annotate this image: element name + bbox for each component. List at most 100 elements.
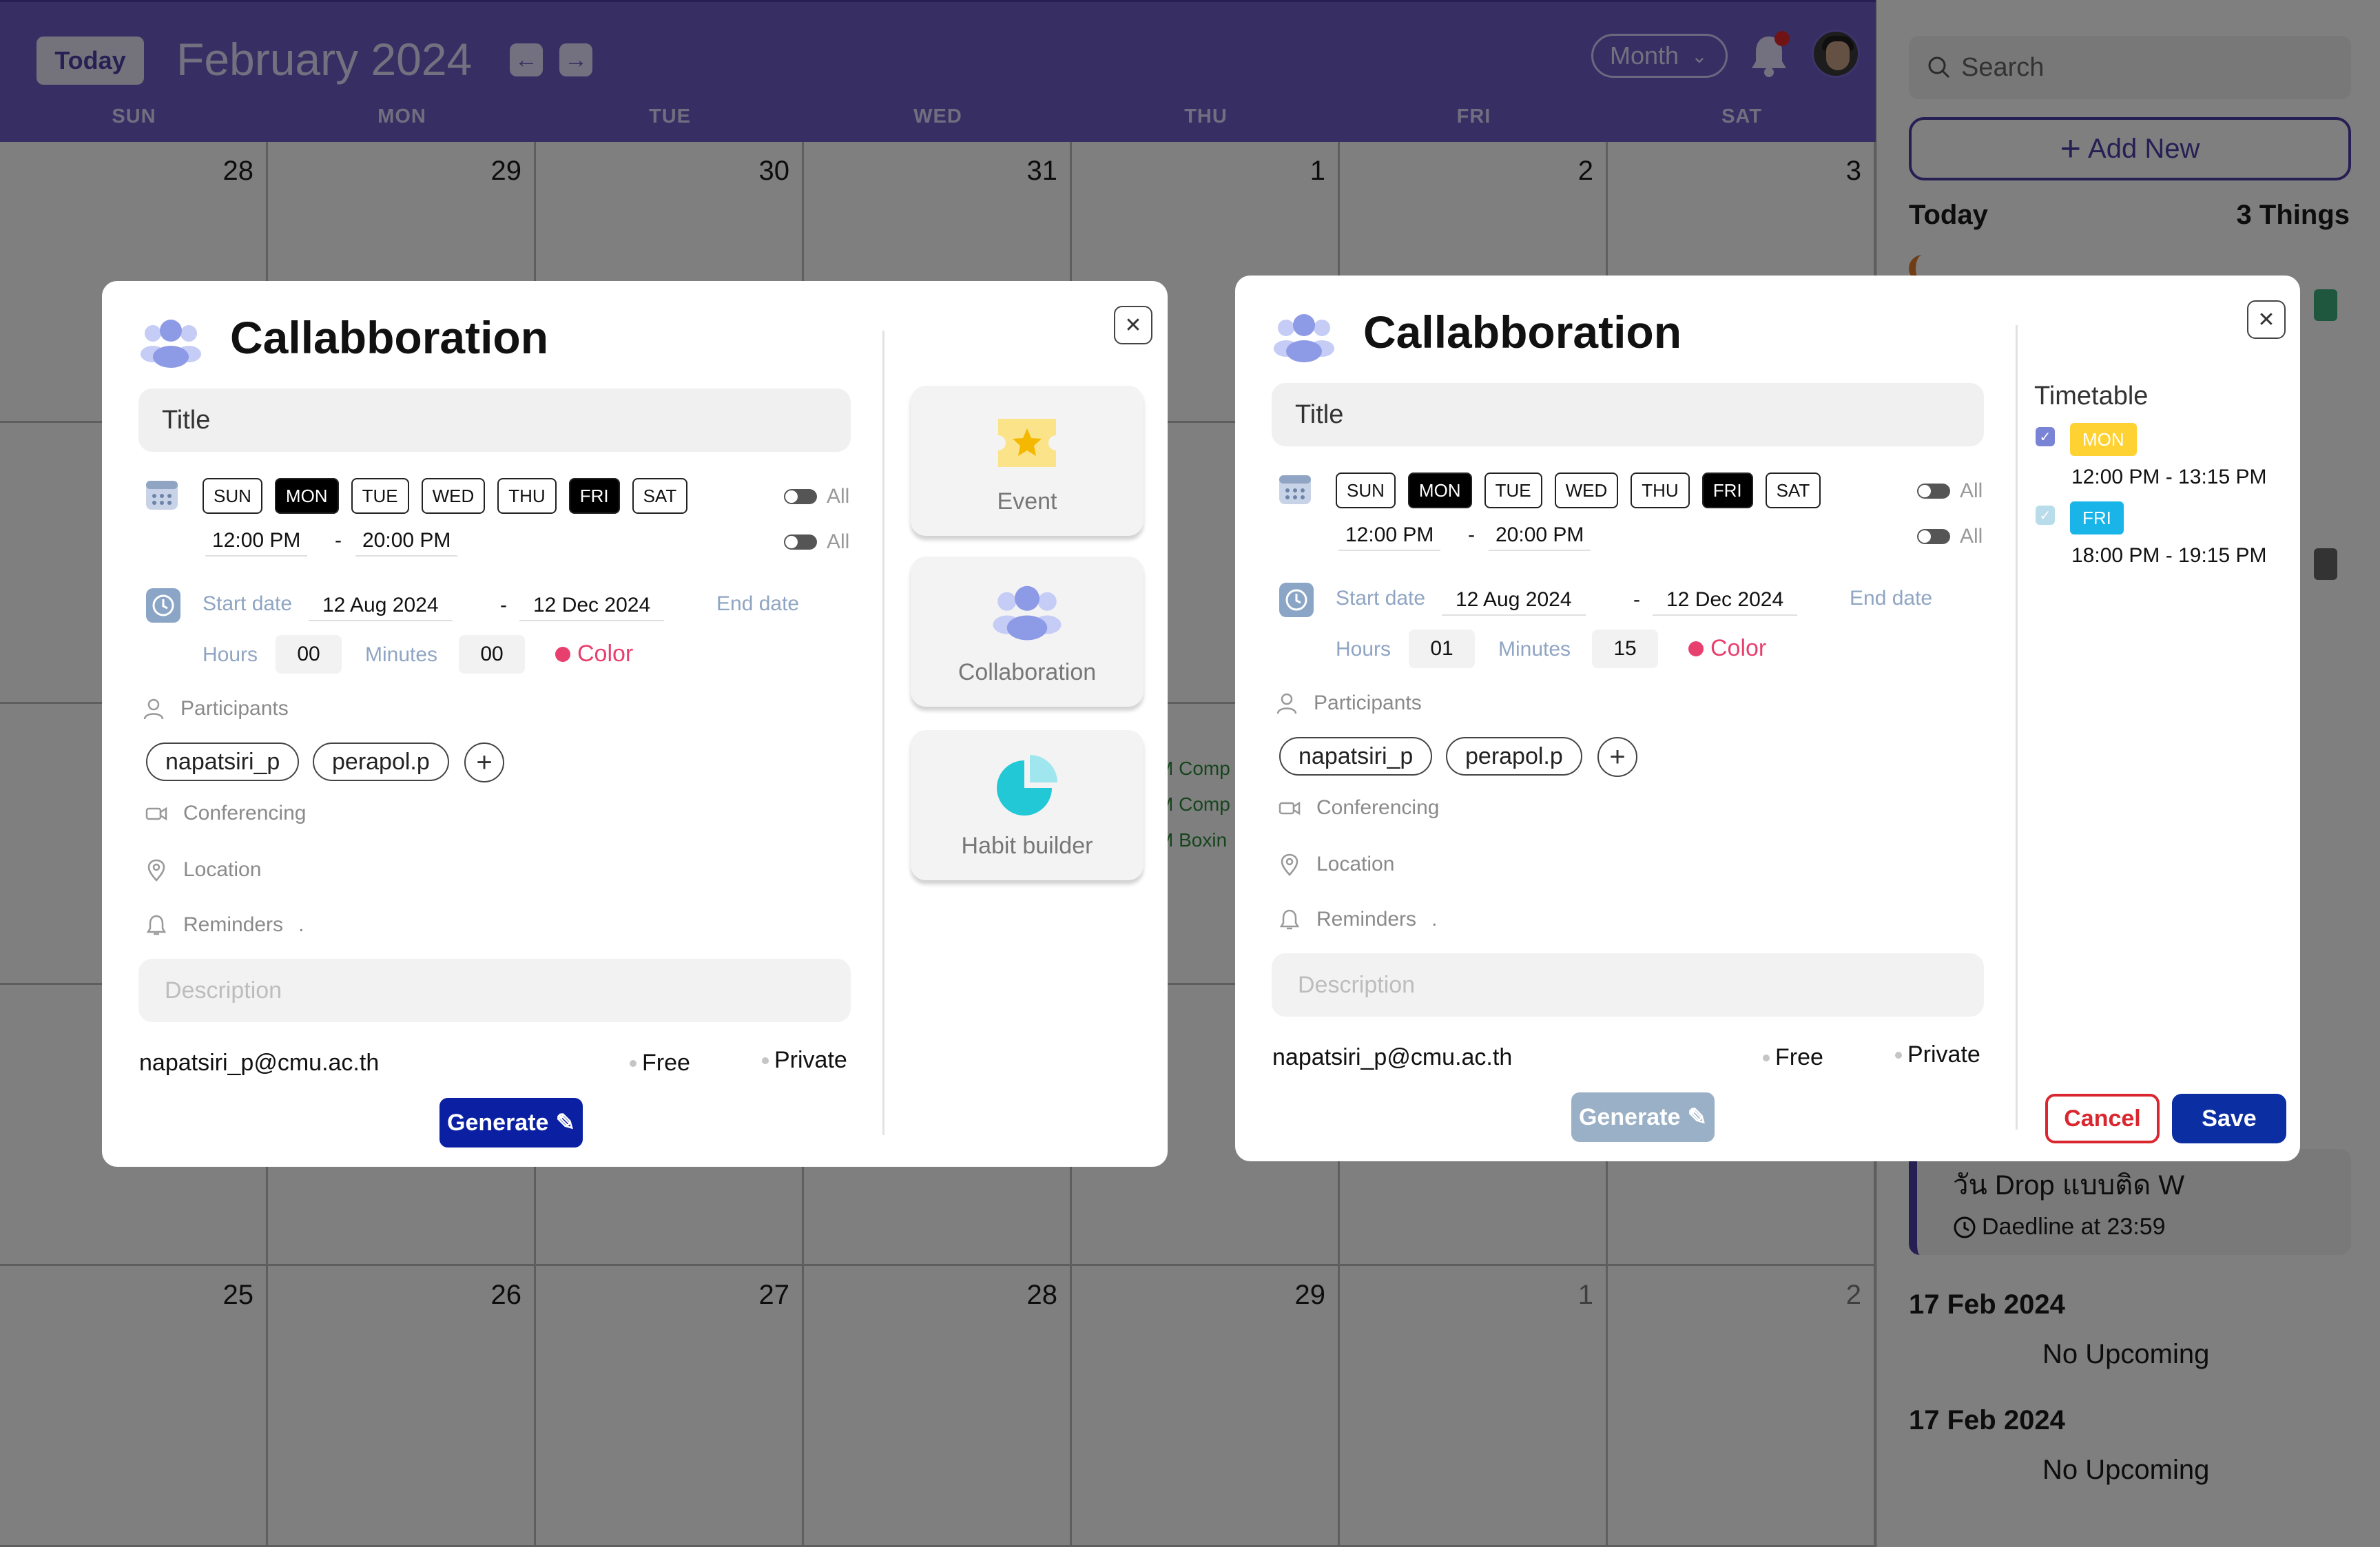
private-option[interactable]: Private — [1895, 1041, 1980, 1068]
minutes-input[interactable]: 00 — [459, 635, 525, 674]
day-toggle-sat[interactable]: SAT — [632, 478, 688, 514]
private-option[interactable]: Private — [762, 1047, 847, 1074]
end-time-input[interactable]: 20:00 PM — [1489, 521, 1591, 551]
type-card-habit-builder[interactable]: Habit builder — [911, 730, 1144, 880]
bell-icon — [146, 915, 167, 935]
person-icon — [1276, 693, 1297, 714]
close-icon[interactable]: ✕ — [2247, 300, 2286, 339]
reminders-row[interactable]: Reminders . — [145, 913, 304, 937]
day-toggle-wed[interactable]: WED — [421, 478, 486, 514]
participant-chip[interactable]: perapol.p — [313, 743, 449, 781]
type-card-collaboration[interactable]: Collaboration — [911, 557, 1144, 707]
minutes-label: Minutes — [1498, 638, 1571, 661]
day-toggle-fri[interactable]: FRI — [568, 478, 620, 514]
add-participant-button[interactable]: + — [1597, 737, 1637, 777]
participant-chip[interactable]: napatsiri_p — [1279, 737, 1433, 776]
toggle-switch[interactable] — [784, 489, 817, 504]
toggle-switch[interactable] — [784, 534, 817, 550]
end-date-input[interactable]: 12 Dec 2024 — [519, 591, 665, 621]
all-days-toggle[interactable]: All — [784, 485, 849, 508]
save-button[interactable]: Save — [2172, 1094, 2286, 1143]
generate-label: Generate — [1579, 1103, 1681, 1130]
all-label: All — [827, 530, 850, 553]
hours-input[interactable]: 01 — [1409, 630, 1475, 668]
day-toggle-thu[interactable]: THU — [1631, 473, 1690, 508]
location-row[interactable]: Location — [1278, 853, 1394, 876]
ticket-star-icon — [998, 419, 1056, 467]
weekday-selector: SUN MON TUE WED THU FRI SAT — [1336, 473, 1821, 508]
close-icon[interactable]: ✕ — [1114, 306, 1152, 344]
timetable-title: Timetable — [2034, 382, 2149, 411]
day-toggle-wed[interactable]: WED — [1554, 473, 1619, 508]
day-toggle-mon[interactable]: MON — [1407, 473, 1472, 508]
generate-label: Generate — [447, 1109, 549, 1136]
all-time-toggle[interactable]: All — [784, 530, 849, 554]
calendar-icon — [146, 481, 178, 510]
hours-input[interactable]: 00 — [276, 635, 342, 674]
toggle-switch[interactable] — [1917, 529, 1950, 544]
cancel-button[interactable]: Cancel — [2045, 1094, 2160, 1143]
day-toggle-fri[interactable]: FRI — [1701, 473, 1753, 508]
start-date-label: Start date — [203, 592, 293, 615]
free-label: Free — [1775, 1044, 1823, 1070]
collaboration-icon — [993, 585, 1062, 641]
description-input[interactable]: Description — [138, 959, 851, 1022]
title-input[interactable]: Title — [138, 388, 851, 452]
conferencing-label: Conferencing — [183, 802, 307, 824]
day-toggle-sun[interactable]: SUN — [203, 478, 262, 514]
private-label: Private — [774, 1047, 847, 1073]
day-toggle-mon[interactable]: MON — [274, 478, 339, 514]
color-picker[interactable]: Color — [1688, 635, 1766, 662]
day-toggle-tue[interactable]: TUE — [351, 478, 409, 514]
title-input[interactable]: Title — [1272, 383, 1984, 446]
timetable-time: 18:00 PM - 19:15 PM — [2071, 544, 2267, 567]
start-date-input[interactable]: 12 Aug 2024 — [309, 591, 453, 621]
free-option[interactable]: Free — [630, 1050, 690, 1077]
free-option[interactable]: Free — [1763, 1044, 1823, 1071]
end-time-input[interactable]: 20:00 PM — [355, 526, 458, 557]
add-participant-button[interactable]: + — [464, 743, 504, 782]
participant-chip[interactable]: perapol.p — [1446, 737, 1582, 776]
date-separator: - — [500, 594, 507, 616]
day-toggle-tue[interactable]: TUE — [1484, 473, 1542, 508]
generate-button[interactable]: Generate ✎ — [1571, 1092, 1715, 1142]
timetable-day-badge: MON — [2070, 423, 2137, 456]
end-date-input[interactable]: 12 Dec 2024 — [1653, 585, 1798, 616]
minutes-label: Minutes — [365, 643, 438, 666]
all-time-toggle[interactable]: All — [1917, 525, 1983, 548]
modal-divider — [2016, 325, 2018, 1130]
time-separator: - — [335, 529, 342, 552]
reminders-row[interactable]: Reminders . — [1278, 908, 1437, 931]
description-input[interactable]: Description — [1272, 953, 1984, 1017]
toggle-switch[interactable] — [1917, 484, 1950, 499]
color-label: Color — [577, 641, 634, 667]
clock-icon — [146, 588, 180, 623]
conferencing-row[interactable]: Conferencing — [1278, 796, 1439, 820]
start-time-input[interactable]: 12:00 PM — [1338, 521, 1441, 551]
start-date-input[interactable]: 12 Aug 2024 — [1442, 585, 1586, 616]
video-camera-icon — [1279, 801, 1301, 816]
day-toggle-sun[interactable]: SUN — [1336, 473, 1396, 508]
all-days-toggle[interactable]: All — [1917, 479, 1983, 503]
start-time-input[interactable]: 12:00 PM — [205, 526, 308, 557]
hours-label: Hours — [203, 643, 258, 666]
start-date-label: Start date — [1336, 587, 1426, 610]
conferencing-row[interactable]: Conferencing — [145, 802, 306, 825]
participant-chip[interactable]: napatsiri_p — [146, 743, 300, 781]
location-row[interactable]: Location — [145, 858, 261, 882]
minutes-input[interactable]: 15 — [1592, 630, 1658, 668]
generate-button[interactable]: Generate ✎ — [439, 1098, 583, 1148]
collaboration-icon — [1274, 314, 1334, 362]
end-date-label: End date — [1850, 587, 1933, 610]
checkbox-icon[interactable]: ✓ — [2036, 506, 2055, 525]
day-toggle-thu[interactable]: THU — [497, 478, 557, 514]
color-picker[interactable]: Color — [555, 641, 633, 667]
organizer-email: napatsiri_p@cmu.ac.th — [1272, 1044, 1513, 1070]
date-separator: - — [1633, 588, 1640, 611]
day-toggle-sat[interactable]: SAT — [1765, 473, 1821, 508]
checkbox-icon[interactable]: ✓ — [2036, 427, 2055, 446]
color-dot — [1688, 641, 1704, 656]
bell-icon — [1279, 909, 1300, 930]
pencil-icon: ✎ — [1687, 1104, 1707, 1130]
type-card-event[interactable]: Event — [911, 386, 1144, 536]
